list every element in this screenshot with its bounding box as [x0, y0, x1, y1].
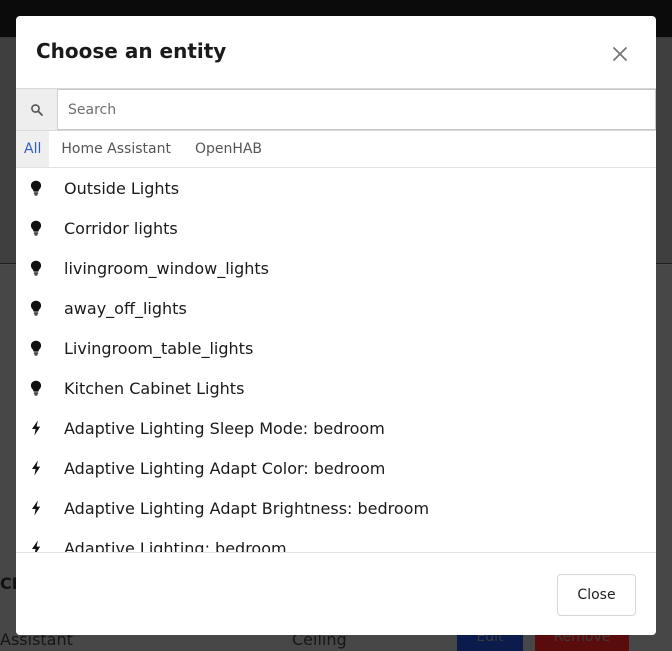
source-tabs: All Home Assistant OpenHAB	[16, 131, 656, 168]
list-item[interactable]: Adaptive Lighting Adapt Color: bedroom	[16, 448, 656, 488]
list-item-label: away_off_lights	[64, 298, 187, 318]
list-item[interactable]: Adaptive Lighting: bedroom	[16, 528, 656, 552]
list-item[interactable]: Livingroom_table_lights	[16, 328, 656, 368]
tab-all[interactable]: All	[16, 131, 50, 167]
lightbulb-icon	[16, 180, 64, 196]
list-item-label: Adaptive Lighting Adapt Color: bedroom	[64, 458, 386, 478]
entity-list: Outside Lights Corridor lights livingroo…	[16, 168, 656, 552]
list-item-label: livingroom_window_lights	[64, 258, 269, 278]
list-item-label: Kitchen Cabinet Lights	[64, 378, 245, 398]
bolt-icon	[16, 420, 64, 436]
dialog-footer: Close	[16, 552, 656, 635]
lightbulb-icon	[16, 380, 64, 396]
bolt-icon	[16, 460, 64, 476]
list-item-label: Adaptive Lighting Adapt Brightness: bedr…	[64, 498, 430, 518]
list-item-label: Outside Lights	[64, 178, 180, 198]
dialog-header: Choose an entity	[16, 16, 656, 88]
close-button[interactable]: Close	[557, 574, 636, 616]
list-item[interactable]: Outside Lights	[16, 168, 656, 208]
lightbulb-icon	[16, 300, 64, 316]
choose-entity-dialog: Choose an entity All Home Assistant Open…	[16, 16, 656, 635]
bolt-icon	[16, 540, 64, 552]
list-item-label: Adaptive Lighting Sleep Mode: bedroom	[64, 418, 385, 438]
search-bar	[16, 88, 656, 131]
list-item-label: Corridor lights	[64, 218, 178, 238]
lightbulb-icon	[16, 340, 64, 356]
tab-home-assistant[interactable]: Home Assistant	[49, 131, 183, 167]
list-item[interactable]: Adaptive Lighting Sleep Mode: bedroom	[16, 408, 656, 448]
search-input[interactable]	[58, 89, 656, 130]
lightbulb-icon	[16, 220, 64, 236]
list-item[interactable]: away_off_lights	[16, 288, 656, 328]
lightbulb-icon	[16, 260, 64, 276]
list-item[interactable]: Corridor lights	[16, 208, 656, 248]
close-icon[interactable]	[608, 42, 632, 66]
bolt-icon	[16, 500, 64, 516]
list-item-label: Livingroom_table_lights	[64, 338, 254, 358]
list-item-label: Adaptive Lighting: bedroom	[64, 538, 287, 553]
tab-openhab[interactable]: OpenHAB	[183, 131, 274, 167]
list-item[interactable]: Kitchen Cabinet Lights	[16, 368, 656, 408]
dialog-title: Choose an entity	[36, 39, 227, 63]
search-icon	[16, 89, 58, 130]
list-item[interactable]: Adaptive Lighting Adapt Brightness: bedr…	[16, 488, 656, 528]
list-item[interactable]: livingroom_window_lights	[16, 248, 656, 288]
